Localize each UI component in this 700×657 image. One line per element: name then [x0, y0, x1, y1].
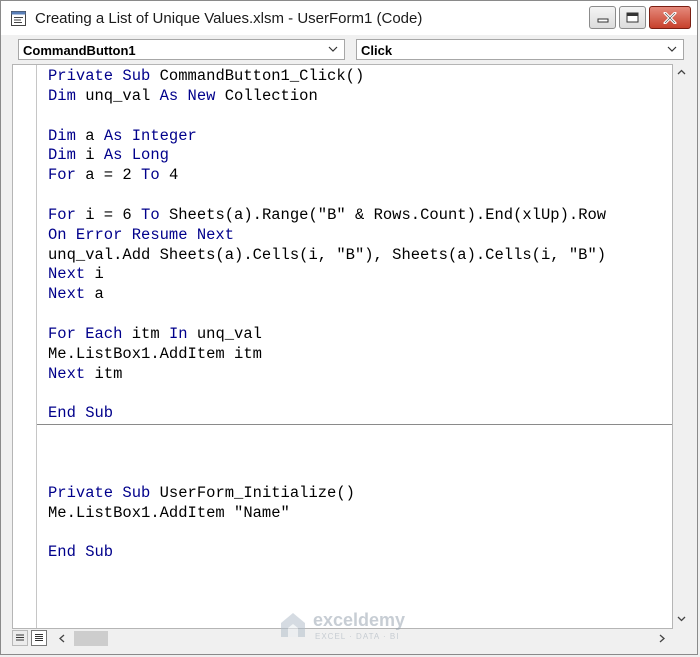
code-token: i — [75, 146, 104, 165]
code-keyword: Next — [48, 364, 86, 383]
code-token: 4 — [159, 166, 179, 185]
code-keyword: For — [48, 205, 76, 224]
code-keyword: Private Sub — [48, 67, 151, 85]
margin-indicator-bar[interactable] — [13, 65, 37, 628]
code-line[interactable]: Private Sub UserForm_Initialize() — [48, 484, 606, 504]
code-token: itm — [122, 324, 169, 343]
chevron-down-icon — [667, 46, 677, 52]
code-token: itm — [85, 364, 123, 383]
code-editor[interactable]: Private Sub CommandButton1_Click() Dim un… — [12, 64, 673, 629]
code-token: unq_val.Add Sheets(a).Cells(i, "B"), She… — [48, 245, 607, 264]
code-line[interactable]: For Each itm In unq_val — [48, 325, 606, 345]
code-line[interactable]: For a = 2 To 4 — [48, 166, 606, 186]
procedure-dropdown-value: Click — [361, 43, 393, 58]
code-keyword: As Integer — [103, 126, 197, 145]
scroll-left-icon[interactable] — [58, 634, 66, 643]
code-keyword: Next — [48, 265, 86, 284]
close-icon — [663, 11, 677, 24]
vba-code-window: Creating a List of Unique Values.xlsm - … — [0, 0, 698, 655]
maximize-button[interactable] — [619, 6, 646, 29]
object-dropdown-value: CommandButton1 — [23, 43, 136, 58]
scroll-right-icon[interactable] — [658, 634, 666, 643]
code-keyword: On Error Resume Next — [48, 225, 235, 244]
code-line[interactable] — [48, 186, 606, 206]
window-controls — [589, 6, 691, 29]
code-line[interactable]: Dim unq_val As New Collection — [48, 87, 606, 107]
object-dropdown[interactable]: CommandButton1 — [18, 39, 345, 60]
code-token: Collection — [215, 86, 318, 105]
code-keyword: End Sub — [48, 543, 114, 562]
exceldemy-logo-icon — [281, 613, 305, 637]
horizontal-scroll-thumb[interactable] — [74, 631, 108, 646]
code-line[interactable]: Me.ListBox1.AddItem itm — [48, 345, 606, 365]
code-line[interactable]: End Sub — [48, 543, 606, 563]
code-token: Me.ListBox1.AddItem "Name" — [48, 503, 290, 522]
code-keyword: End Sub — [48, 404, 114, 423]
code-token: CommandButton1_Click() — [150, 67, 365, 85]
code-line[interactable]: Me.ListBox1.AddItem "Name" — [48, 504, 606, 524]
code-line[interactable]: End Sub — [48, 404, 606, 424]
code-line[interactable]: Dim i As Long — [48, 146, 606, 166]
minimize-button[interactable] — [589, 6, 616, 29]
code-token: unq_val — [187, 324, 262, 343]
code-keyword: Dim — [48, 126, 76, 145]
code-token: i — [85, 265, 104, 284]
code-line[interactable] — [48, 305, 606, 325]
full-module-view-icon — [35, 634, 43, 641]
vba-code-window-icon — [11, 11, 26, 26]
code-line[interactable]: Next a — [48, 285, 606, 305]
chevron-down-icon — [328, 46, 338, 52]
code-line[interactable] — [48, 385, 606, 405]
scroll-up-icon[interactable] — [677, 68, 686, 77]
code-token: Me.ListBox1.AddItem itm — [48, 344, 262, 363]
code-keyword: As Long — [103, 146, 169, 165]
code-keyword: For — [48, 166, 76, 185]
procedure-separator — [37, 424, 672, 425]
full-module-view-button[interactable] — [31, 630, 47, 646]
code-line[interactable]: For i = 6 To Sheets(a).Range("B" & Rows.… — [48, 206, 606, 226]
code-keyword: To — [141, 166, 160, 185]
vertical-scrollbar[interactable] — [673, 64, 690, 629]
title-bar[interactable]: Creating a List of Unique Values.xlsm - … — [1, 1, 697, 35]
code-keyword: Private Sub — [48, 483, 151, 502]
code-token: a — [75, 126, 104, 145]
watermark-name: exceldemy — [313, 610, 406, 630]
code-line[interactable]: On Error Resume Next — [48, 226, 606, 246]
code-token: a = 2 — [75, 166, 142, 185]
code-keyword: As New — [159, 86, 216, 105]
procedure-view-icon — [16, 634, 24, 641]
code-dropdown-bar: CommandButton1 Click — [1, 35, 697, 63]
code-line[interactable]: unq_val.Add Sheets(a).Cells(i, "B"), She… — [48, 246, 606, 266]
code-token: unq_val — [75, 86, 160, 105]
code-token: a — [85, 285, 104, 304]
code-keyword: In — [168, 324, 188, 343]
code-keyword: To — [141, 205, 160, 224]
code-text[interactable]: Private Sub CommandButton1_Click() Dim un… — [48, 67, 606, 563]
code-token: i = 6 — [75, 205, 142, 224]
code-line[interactable]: Next itm — [48, 365, 606, 385]
maximize-icon — [626, 12, 639, 23]
code-token: Sheets(a).Range("B" & Rows.Count).End(xl… — [159, 205, 607, 224]
code-keyword: For Each — [48, 324, 123, 343]
procedure-view-button[interactable] — [12, 630, 28, 646]
code-line[interactable] — [48, 444, 606, 464]
code-keyword: Dim — [48, 146, 76, 165]
window-title: Creating a List of Unique Values.xlsm - … — [35, 10, 423, 27]
scroll-down-icon[interactable] — [677, 614, 686, 623]
code-line[interactable] — [48, 107, 606, 127]
procedure-dropdown[interactable]: Click — [356, 39, 684, 60]
code-line[interactable] — [48, 523, 606, 543]
minimize-icon — [597, 18, 608, 22]
code-keyword: Next — [48, 285, 86, 304]
close-button[interactable] — [649, 6, 691, 29]
code-line[interactable]: Private Sub CommandButton1_Click() — [48, 67, 606, 87]
code-line[interactable]: Dim a As Integer — [48, 127, 606, 147]
code-keyword: Dim — [48, 86, 76, 105]
code-line[interactable] — [48, 464, 606, 484]
code-token: UserForm_Initialize() — [150, 483, 355, 502]
code-line[interactable] — [48, 424, 606, 444]
code-line[interactable]: Next i — [48, 265, 606, 285]
watermark-subtitle: EXCEL · DATA · BI — [315, 632, 400, 641]
